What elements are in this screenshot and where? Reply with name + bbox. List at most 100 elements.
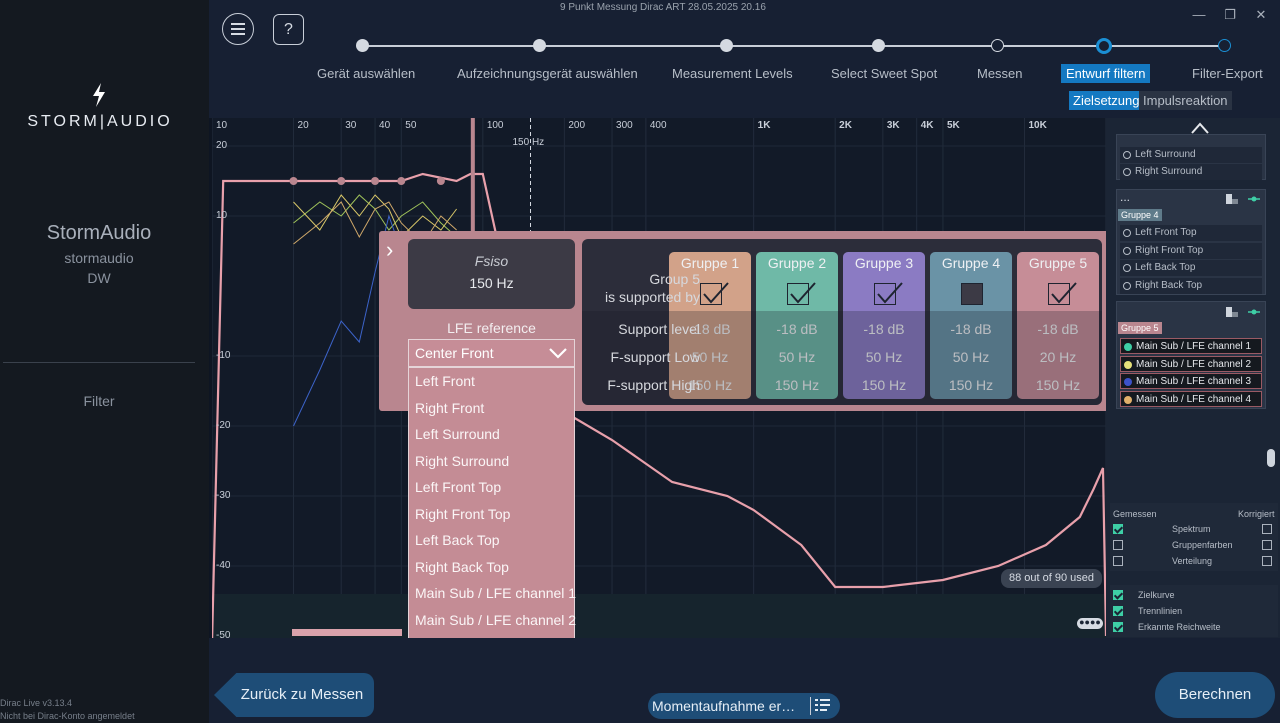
rp-item-right-surround[interactable]: Right Surround xyxy=(1120,164,1262,180)
step-filter-design[interactable]: Entwurf filtern xyxy=(1061,64,1151,83)
step-dot-3[interactable] xyxy=(720,39,733,52)
f-support-low-value[interactable]: 50 Hz xyxy=(843,349,925,365)
lfe-option[interactable]: Left Back Top xyxy=(415,532,500,548)
group5-badge: Gruppe 5 xyxy=(1118,322,1162,334)
tab-impulse[interactable]: Impulsreaktion xyxy=(1139,91,1232,110)
lfe-option[interactable]: Right Back Top xyxy=(415,559,509,575)
rp-item[interactable]: Left Back Top xyxy=(1120,260,1262,276)
menu-button[interactable] xyxy=(222,13,254,45)
x-tick-label: 20 xyxy=(297,120,309,131)
rp-item-sub[interactable]: Main Sub / LFE channel 1 xyxy=(1120,338,1262,354)
corrected-checkbox[interactable] xyxy=(1262,524,1272,534)
f-support-high-value[interactable]: 150 Hz xyxy=(843,377,925,393)
f-support-high-value[interactable]: 150 Hz xyxy=(1017,377,1099,393)
right-panel-scrollbar[interactable] xyxy=(1267,449,1275,467)
step-sweet-spot[interactable]: Select Sweet Spot xyxy=(831,66,937,81)
step-dot-5[interactable] xyxy=(991,39,1004,52)
target-handle[interactable] xyxy=(397,177,406,185)
y-tick-label: -10 xyxy=(216,350,231,361)
calculate-button[interactable]: Berechnen xyxy=(1155,672,1275,718)
f-support-high-value[interactable]: 150 Hz xyxy=(756,377,838,393)
help-button[interactable]: ? xyxy=(273,14,304,45)
support-level-label: Support level xyxy=(618,321,700,337)
support-level-value[interactable]: -18 dB xyxy=(843,321,925,337)
target-handle[interactable] xyxy=(337,177,346,185)
status-dot-icon xyxy=(1124,395,1132,404)
step-dot-4[interactable] xyxy=(872,39,885,52)
support-level-value[interactable]: -18 dB xyxy=(930,321,1012,337)
group-checkbox[interactable] xyxy=(787,282,816,305)
checkmark-icon xyxy=(1051,282,1077,304)
rp-item-sub[interactable]: Main Sub / LFE channel 3 xyxy=(1120,373,1262,389)
range-bar[interactable] xyxy=(292,629,402,636)
view-option-checkbox[interactable] xyxy=(1113,606,1123,616)
group-checkbox[interactable] xyxy=(874,282,903,305)
measured-checkbox[interactable] xyxy=(1113,540,1123,550)
step-filter-export[interactable]: Filter-Export xyxy=(1192,66,1263,81)
tab-target[interactable]: Zielsetzung xyxy=(1069,91,1144,110)
f-support-low-value[interactable]: 50 Hz xyxy=(756,349,838,365)
step-select-recorder[interactable]: Aufzeichnungsgerät auswählen xyxy=(457,66,638,81)
support-level-value[interactable]: -18 dB xyxy=(756,321,838,337)
back-to-measure-button[interactable]: Zurück zu Messen xyxy=(214,673,374,717)
step-measure[interactable]: Messen xyxy=(977,66,1023,81)
split-view-icon[interactable] xyxy=(1226,307,1238,317)
measured-checkbox[interactable] xyxy=(1113,524,1123,534)
lfe-selected-value: Center Front xyxy=(415,345,494,361)
rp-item[interactable]: Right Back Top xyxy=(1120,277,1262,294)
step-dot-6[interactable] xyxy=(1096,38,1112,54)
close-icon[interactable]: ✕ xyxy=(1254,8,1268,22)
snapshot-button[interactable]: Momentaufnahme er… xyxy=(648,693,840,719)
x-tick-label: 200 xyxy=(568,120,586,131)
split-view-icon[interactable] xyxy=(1226,194,1238,204)
view-option-checkbox[interactable] xyxy=(1113,622,1123,632)
rp-item-sub[interactable]: Main Sub / LFE channel 4 xyxy=(1120,390,1262,407)
more-options-button[interactable]: ●●●● xyxy=(1077,618,1103,629)
rp-item[interactable]: Left Front Top xyxy=(1120,225,1262,241)
legend-corrected-header: Korrigiert xyxy=(1238,509,1275,519)
restore-icon[interactable]: ❐ xyxy=(1223,8,1237,22)
view-option-checkbox[interactable] xyxy=(1113,590,1123,600)
lfe-option[interactable]: Left Surround xyxy=(415,426,500,442)
rp-item-left-surround[interactable]: Left Surround xyxy=(1120,147,1262,163)
list-icon[interactable] xyxy=(815,698,831,712)
target-line-icon[interactable] xyxy=(1248,194,1260,204)
group-checkbox[interactable] xyxy=(1048,282,1077,305)
step-dot-7[interactable] xyxy=(1218,39,1231,52)
step-measurement-levels[interactable]: Measurement Levels xyxy=(672,66,793,81)
corrected-checkbox[interactable] xyxy=(1262,556,1272,566)
target-handle[interactable] xyxy=(289,177,298,185)
support-level-value[interactable]: -18 dB xyxy=(1017,321,1099,337)
lfe-option[interactable]: Right Surround xyxy=(415,453,509,469)
rp-item-sub[interactable]: Main Sub / LFE channel 2 xyxy=(1120,355,1262,372)
minimize-icon[interactable]: — xyxy=(1192,8,1206,22)
chevron-right-icon[interactable]: › xyxy=(386,237,393,263)
f-support-low-value[interactable]: 50 Hz xyxy=(930,349,1012,365)
lfe-option[interactable]: Left Front xyxy=(415,373,475,389)
lfe-option[interactable]: Main Sub / LFE channel 1 xyxy=(415,585,576,601)
chevron-up-icon[interactable] xyxy=(1190,121,1210,135)
step-dot-1[interactable] xyxy=(356,39,369,52)
legend-row-label: Spektrum xyxy=(1172,524,1211,534)
group-checkbox[interactable] xyxy=(700,282,729,305)
fsiso-box[interactable]: Fsiso 150 Hz xyxy=(408,239,575,309)
target-handle[interactable] xyxy=(436,177,445,185)
step-select-device[interactable]: Gerät auswählen xyxy=(317,66,415,81)
target-handle[interactable] xyxy=(371,177,380,185)
target-line-icon[interactable] xyxy=(1248,307,1260,317)
lfe-reference-select[interactable]: Center Front xyxy=(408,339,575,367)
step-dot-2[interactable] xyxy=(533,39,546,52)
corrected-checkbox[interactable] xyxy=(1262,540,1272,550)
sidebar-item-filter[interactable]: Filter xyxy=(0,393,198,409)
f-support-low-value[interactable]: 20 Hz xyxy=(1017,349,1099,365)
x-tick-label: 1K xyxy=(757,120,771,131)
lfe-option[interactable]: Main Sub / LFE channel 2 xyxy=(415,612,576,628)
group-checkbox[interactable] xyxy=(961,283,983,305)
lfe-option[interactable]: Right Front xyxy=(415,400,484,416)
rp-item[interactable]: Right Front Top xyxy=(1120,242,1262,259)
f-support-high-value[interactable]: 150 Hz xyxy=(930,377,1012,393)
measured-checkbox[interactable] xyxy=(1113,556,1123,566)
lfe-option[interactable]: Left Front Top xyxy=(415,479,501,495)
lfe-option[interactable]: Right Front Top xyxy=(415,506,510,522)
group4-more[interactable]: ... xyxy=(1120,190,1130,204)
